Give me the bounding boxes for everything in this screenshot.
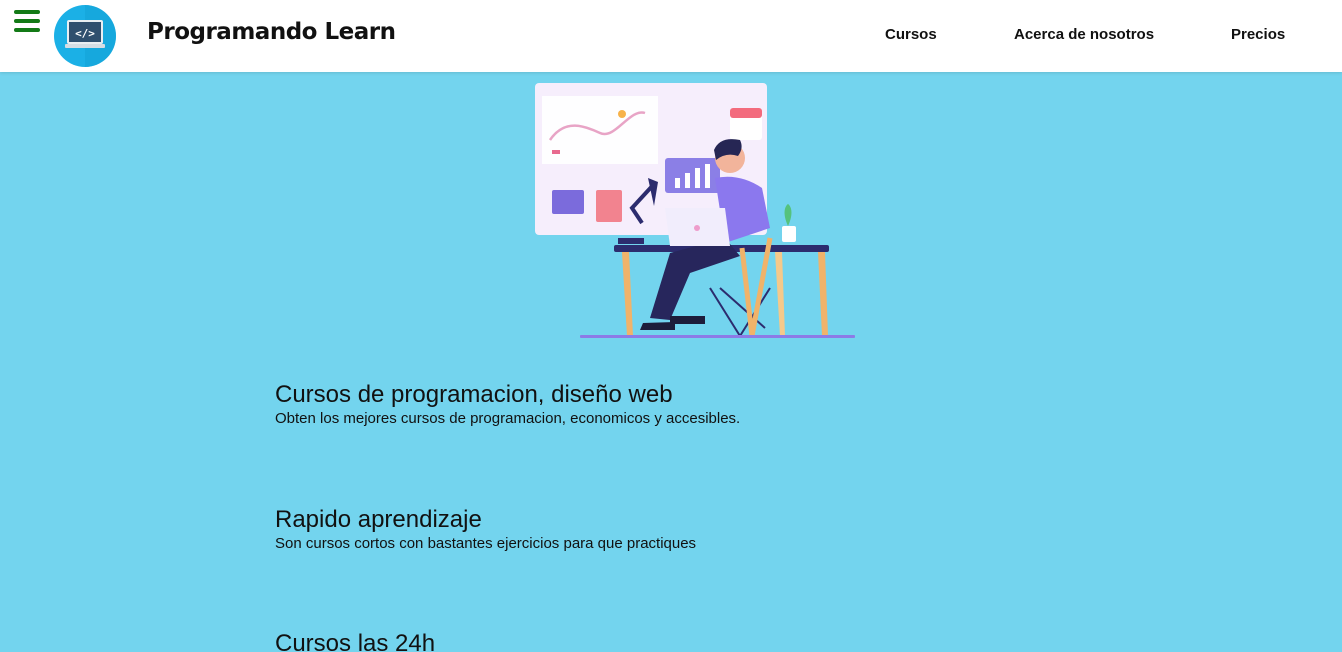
feature-description: Son cursos cortos con bastantes ejercici… [275,535,697,552]
feature-title: Cursos las 24h [275,630,436,652]
nav-link-precios[interactable]: Precios [1231,26,1285,43]
feature-rapido-aprendizaje: Rapido aprendizaje Son cursos cortos con… [275,506,696,554]
brand-title[interactable]: Programando Learn [147,19,396,45]
feature-programacion: Cursos de programacion, diseño web Obten… [275,381,740,429]
nav-link-cursos[interactable]: Cursos [885,26,937,43]
hero-illustration [535,83,855,338]
nav-link-acerca[interactable]: Acerca de nosotros [1014,26,1154,43]
feature-cursos-24h: Cursos las 24h [275,630,435,652]
feature-description: Obten los mejores cursos de programacion… [275,410,741,427]
code-monitor-icon[interactable]: </> [54,5,116,67]
hamburger-menu-icon[interactable] [14,10,40,32]
feature-title: Rapido aprendizaje [275,506,482,533]
svg-text:</>: </> [75,27,95,40]
top-navbar: </> Programando Learn Cursos Acerca de n… [0,0,1342,72]
feature-title: Cursos de programacion, diseño web [275,381,673,408]
